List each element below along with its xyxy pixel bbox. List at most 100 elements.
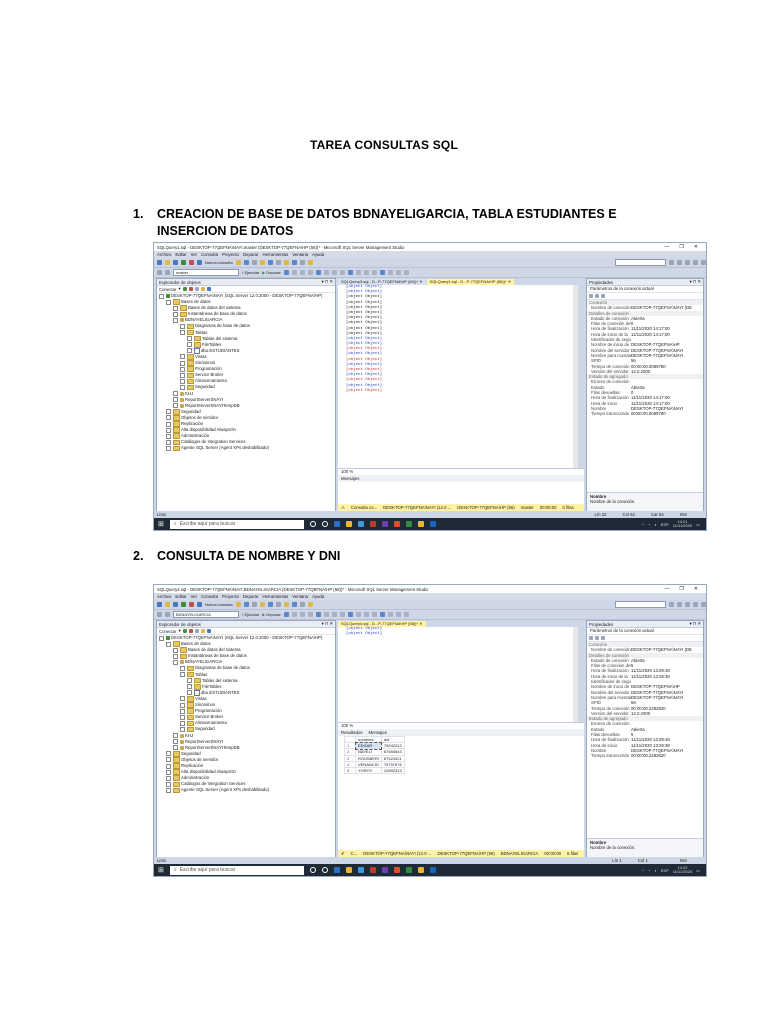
taskbar-search[interactable]: ⌕ Escribe aquí para buscar: [169, 865, 304, 875]
toolbar-icon[interactable]: [197, 602, 202, 607]
menu-item-3[interactable]: Consulta: [201, 252, 218, 257]
toolbar-icon[interactable]: [371, 270, 377, 275]
results-tab[interactable]: Resultados: [341, 730, 363, 735]
table-cell[interactable]: 87654543: [380, 748, 405, 756]
toolbar-icon[interactable]: [299, 602, 305, 607]
zoom-level[interactable]: 100 %: [341, 723, 353, 728]
toolbar-icon[interactable]: [693, 260, 698, 265]
execute-button[interactable]: ! Ejecutar: [242, 612, 259, 617]
toolbar-icon[interactable]: [677, 260, 682, 265]
tree-node[interactable]: Agente SQL Server (Agent XPs deshabilita…: [157, 445, 335, 452]
menu-item-6[interactable]: Herramientas: [262, 594, 288, 599]
expand-toggle-icon[interactable]: [180, 720, 185, 726]
debug-button[interactable]: ▶ Depurar: [262, 270, 281, 275]
toolbar-icon[interactable]: [601, 636, 605, 640]
expand-toggle-icon[interactable]: [180, 726, 185, 732]
media-icon[interactable]: [405, 867, 412, 873]
file-explorer-icon[interactable]: [345, 867, 352, 873]
toolbar-icon[interactable]: [371, 612, 377, 617]
expand-toggle-icon[interactable]: [173, 739, 178, 745]
toolbar-icon[interactable]: [395, 612, 401, 617]
ssms-icon[interactable]: [417, 867, 424, 873]
table-cell[interactable]: 12892313: [380, 766, 405, 775]
connect-dropdown-icon[interactable]: ▾: [178, 628, 180, 634]
volume-icon[interactable]: ◖: [654, 868, 656, 873]
toolbar-icon[interactable]: [275, 602, 281, 607]
expand-toggle-icon[interactable]: [187, 678, 192, 684]
task-view-icon[interactable]: [321, 521, 328, 527]
database-select[interactable]: BDNAYELIGARCIA: [173, 611, 239, 618]
messages-tab[interactable]: Mensajes: [369, 730, 387, 735]
expand-toggle-icon[interactable]: [166, 409, 171, 415]
notification-chevron-icon[interactable]: ^: [642, 522, 644, 527]
taskbar-search[interactable]: ⌕ Escribe aquí para buscar: [169, 519, 304, 529]
expand-toggle-icon[interactable]: [173, 397, 178, 403]
toolbar-icon[interactable]: [165, 260, 170, 265]
expand-toggle-icon[interactable]: [166, 439, 171, 445]
toolbar-icon[interactable]: [283, 270, 289, 275]
expand-toggle-icon[interactable]: [180, 708, 185, 714]
volume-icon[interactable]: ◖: [654, 522, 656, 527]
debug-button[interactable]: ▶ Depurar: [262, 612, 281, 617]
toolbar-icon[interactable]: [206, 287, 211, 291]
expand-toggle-icon[interactable]: [173, 733, 178, 739]
store-icon[interactable]: [357, 867, 364, 873]
toolbar-icon[interactable]: [347, 270, 353, 275]
toolbar-icon[interactable]: [677, 602, 682, 607]
clock[interactable]: 14:21 11/11/2020: [673, 519, 692, 529]
toolbar-icon[interactable]: [194, 287, 199, 291]
toolbar-icon[interactable]: [267, 602, 273, 607]
maximize-icon[interactable]: ❐: [679, 244, 683, 250]
table-cell[interactable]: YOROY: [355, 766, 382, 775]
solution-config-select[interactable]: [615, 259, 666, 266]
toolbar-icon[interactable]: [235, 260, 241, 265]
tab-close-icon[interactable]: ✕: [418, 621, 422, 626]
toolbar-icon[interactable]: [200, 629, 205, 633]
menu-item-2[interactable]: Ver: [191, 252, 197, 257]
toolbar-icon[interactable]: [291, 260, 297, 265]
tab-close-icon[interactable]: ✕: [418, 279, 422, 284]
toolbar-icon[interactable]: [355, 612, 361, 617]
toolbar-icon[interactable]: [299, 260, 305, 265]
tab-close-icon[interactable]: ✕: [507, 279, 511, 284]
expand-toggle-icon[interactable]: [166, 769, 171, 775]
sql-editor[interactable]: [object Object] [object Object] [object Ob…: [338, 285, 578, 468]
start-icon[interactable]: ⊞: [158, 520, 164, 528]
expand-toggle-icon[interactable]: [166, 751, 171, 757]
toolbar-icon[interactable]: [188, 287, 193, 291]
expand-toggle-icon[interactable]: [180, 672, 185, 678]
menu-item-8[interactable]: Ayuda: [312, 252, 324, 257]
expand-toggle-icon[interactable]: [180, 360, 185, 366]
new-query-button[interactable]: Nueva consulta: [205, 260, 233, 265]
chrome-icon[interactable]: [393, 521, 400, 527]
menu-item-5[interactable]: Depurar: [243, 594, 259, 599]
expand-toggle-icon[interactable]: [159, 635, 164, 641]
toolbar-icon[interactable]: [267, 260, 273, 265]
execute-button[interactable]: ! Ejecutar: [242, 270, 259, 275]
ssms-icon[interactable]: [417, 521, 424, 527]
toolbar-icon[interactable]: [331, 612, 337, 617]
toolbar-icon[interactable]: [291, 270, 297, 275]
expand-toggle-icon[interactable]: [187, 690, 192, 696]
property-row[interactable]: Tiempo transcurrido 00:00:00.0089780: [587, 411, 703, 416]
toolbar-icon[interactable]: [379, 270, 385, 275]
expand-toggle-icon[interactable]: [166, 763, 171, 769]
toolbar-icon[interactable]: [701, 602, 706, 607]
toolbar-icon[interactable]: [165, 270, 170, 275]
toolbar-icon[interactable]: [315, 612, 321, 617]
pin-icon[interactable]: ▾ ⊓ ✕: [690, 279, 702, 285]
edge-icon[interactable]: [333, 867, 340, 873]
table-row[interactable]: 5 YOROY 12892313: [344, 766, 405, 775]
expand-toggle-icon[interactable]: [166, 299, 171, 305]
maximize-icon[interactable]: ❐: [679, 586, 683, 592]
toolbar-icon[interactable]: [307, 612, 313, 617]
pin-icon[interactable]: ▾ ⊓ ✕: [322, 279, 334, 285]
language-indicator[interactable]: ESP: [661, 522, 669, 527]
toolbar-icon[interactable]: [589, 294, 593, 298]
expand-toggle-icon[interactable]: [180, 384, 185, 390]
toolbar-icon[interactable]: [355, 270, 361, 275]
expand-toggle-icon[interactable]: [173, 305, 178, 311]
toolbar-icon[interactable]: [251, 602, 257, 607]
toolbar-icon[interactable]: [693, 602, 698, 607]
expand-toggle-icon[interactable]: [173, 317, 178, 323]
